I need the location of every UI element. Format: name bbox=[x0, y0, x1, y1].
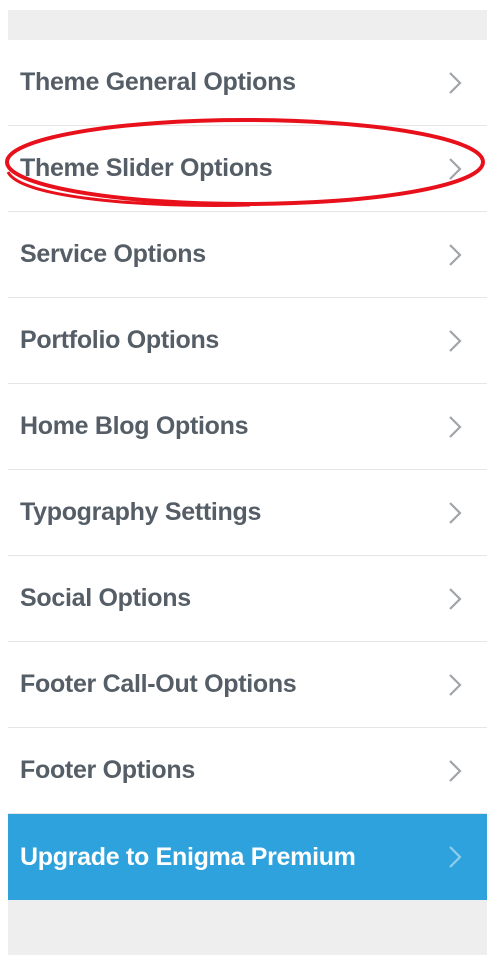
menu-item-label: Service Options bbox=[20, 240, 206, 268]
menu-item-service-options[interactable]: Service Options bbox=[8, 212, 487, 298]
menu-item-footer-options[interactable]: Footer Options bbox=[8, 728, 487, 814]
chevron-right-icon bbox=[447, 328, 463, 354]
chevron-right-icon bbox=[447, 844, 463, 870]
menu-item-footer-call-out-options[interactable]: Footer Call-Out Options bbox=[8, 642, 487, 728]
menu-item-label: Social Options bbox=[20, 584, 191, 612]
chevron-right-icon bbox=[447, 672, 463, 698]
menu-item-label: Footer Call-Out Options bbox=[20, 670, 297, 698]
menu-item-label: Upgrade to Enigma Premium bbox=[20, 842, 356, 871]
menu-item-theme-slider-options[interactable]: Theme Slider Options bbox=[8, 126, 487, 212]
chevron-right-icon bbox=[447, 500, 463, 526]
menu-item-label: Home Blog Options bbox=[20, 412, 249, 440]
customizer-menu: Theme General Options Theme Slider Optio… bbox=[8, 40, 487, 900]
menu-item-social-options[interactable]: Social Options bbox=[8, 556, 487, 642]
chevron-right-icon bbox=[447, 156, 463, 182]
menu-item-label: Typography Settings bbox=[20, 498, 262, 526]
menu-item-upgrade-premium[interactable]: Upgrade to Enigma Premium bbox=[8, 814, 487, 900]
menu-item-label: Theme General Options bbox=[20, 68, 296, 96]
chevron-right-icon bbox=[447, 586, 463, 612]
menu-item-theme-general-options[interactable]: Theme General Options bbox=[8, 40, 487, 126]
chevron-right-icon bbox=[447, 414, 463, 440]
chevron-right-icon bbox=[447, 758, 463, 784]
menu-item-home-blog-options[interactable]: Home Blog Options bbox=[8, 384, 487, 470]
menu-item-label: Theme Slider Options bbox=[20, 154, 273, 182]
menu-item-label: Portfolio Options bbox=[20, 326, 220, 354]
chevron-right-icon bbox=[447, 242, 463, 268]
chevron-right-icon bbox=[447, 70, 463, 96]
menu-item-label: Footer Options bbox=[20, 756, 195, 784]
menu-item-typography-settings[interactable]: Typography Settings bbox=[8, 470, 487, 556]
menu-item-portfolio-options[interactable]: Portfolio Options bbox=[8, 298, 487, 384]
